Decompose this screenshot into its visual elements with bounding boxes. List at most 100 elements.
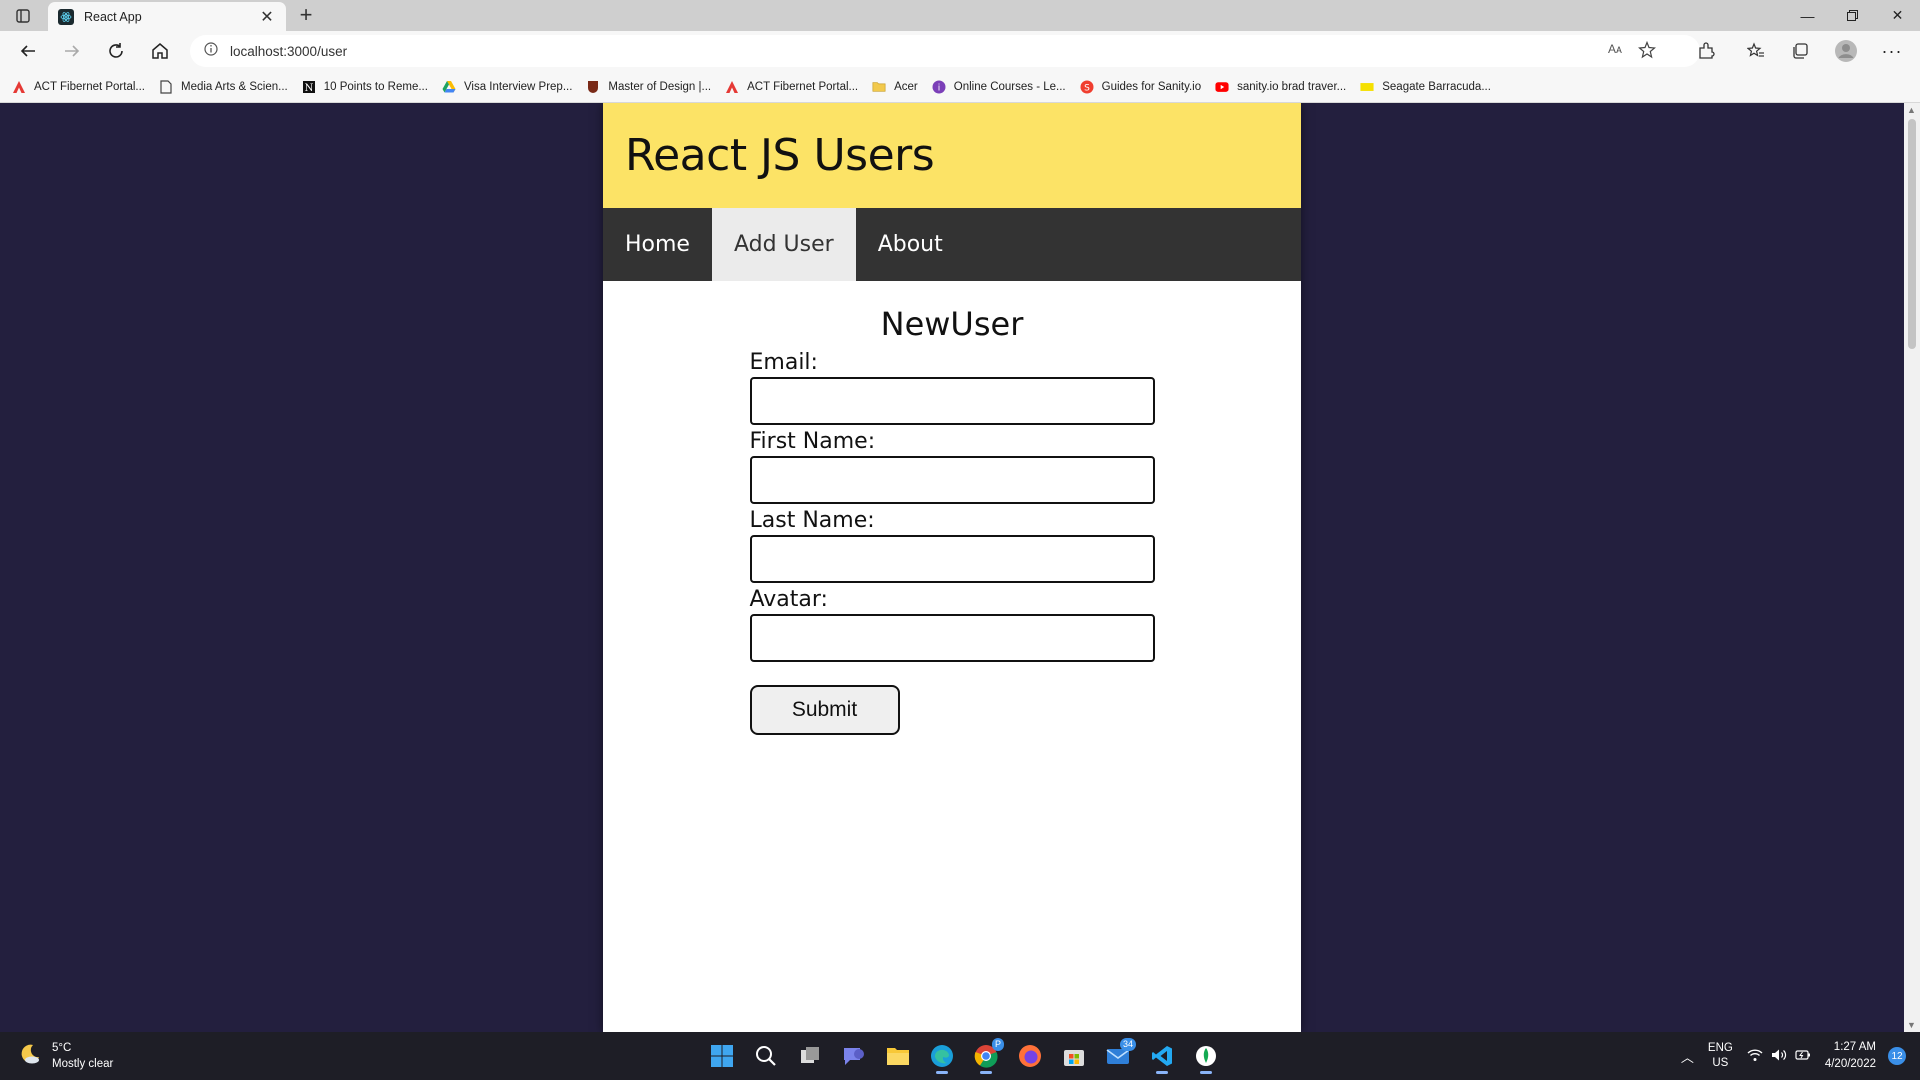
app-header: React JS Users (603, 103, 1301, 208)
bookmarks-bar: ACT Fibernet Portal... Media Arts & Scie… (0, 71, 1920, 103)
page-viewport: React JS Users Home Add User About NewUs… (0, 103, 1904, 1032)
moon-icon (18, 1042, 42, 1071)
firefox-icon[interactable] (1012, 1038, 1048, 1074)
email-field[interactable] (749, 377, 1155, 425)
vscode-icon[interactable] (1144, 1038, 1180, 1074)
profile-avatar-icon[interactable] (1830, 37, 1862, 65)
app-nav: Home Add User About (603, 208, 1301, 281)
weather-temp: 5°C (52, 1042, 72, 1054)
scrollbar-thumb[interactable] (1908, 119, 1916, 349)
taskbar: 5°C Mostly clear P 34 ︿ ENG US 1:27 AM 4… (0, 1032, 1920, 1080)
favorites-icon[interactable] (1740, 37, 1772, 65)
bookmark-item[interactable]: S Guides for Sanity.io (1080, 80, 1201, 94)
mail-badge: 34 (1119, 1038, 1136, 1051)
bookmark-item[interactable]: ACT Fibernet Portal... (12, 80, 145, 94)
seagate-icon (1360, 80, 1374, 94)
browser-tab[interactable]: React App ✕ (48, 2, 286, 31)
bookmark-item[interactable]: ACT Fibernet Portal... (725, 80, 858, 94)
avatar-field[interactable] (749, 614, 1155, 662)
tab-close-icon[interactable]: ✕ (258, 7, 276, 27)
refresh-icon[interactable] (100, 37, 132, 65)
first-name-label: First Name: (749, 429, 876, 454)
tab-title: React App (84, 9, 142, 24)
nav-home[interactable]: Home (603, 208, 712, 281)
avatar-label: Avatar: (749, 587, 828, 612)
language-indicator[interactable]: ENG US (1708, 1041, 1733, 1071)
volume-icon[interactable] (1771, 1048, 1787, 1065)
bookmark-item[interactable]: i Online Courses - Le... (932, 80, 1066, 94)
folder-icon (872, 80, 886, 94)
collections-icon[interactable] (1784, 37, 1816, 65)
bookmark-item[interactable]: Seagate Barracuda... (1360, 80, 1491, 94)
extensions-icon[interactable] (1690, 37, 1722, 65)
new-user-form: NewUser Email: First Name: Last Name: Av… (749, 305, 1155, 735)
weather-desc: Mostly clear (52, 1058, 114, 1070)
svg-text:S: S (1084, 83, 1090, 93)
more-menu-icon[interactable]: ··· (1876, 37, 1908, 65)
read-aloud-icon[interactable]: Aᴀ (1608, 42, 1622, 56)
weather-widget[interactable]: 5°C Mostly clear (18, 1040, 113, 1072)
store-icon[interactable] (1056, 1038, 1092, 1074)
address-bar[interactable]: localhost:3000/user Aᴀ (190, 35, 1700, 67)
show-hidden-icons-icon[interactable]: ︿ (1681, 1047, 1694, 1066)
notifications-badge[interactable]: 12 (1888, 1047, 1906, 1065)
bookmark-item[interactable]: Acer (872, 80, 918, 94)
edge-icon[interactable] (924, 1038, 960, 1074)
nav-about[interactable]: About (856, 208, 965, 281)
wifi-icon[interactable] (1747, 1048, 1763, 1065)
start-icon[interactable] (704, 1038, 740, 1074)
svg-text:i: i (938, 83, 941, 93)
svg-text:N: N (304, 83, 313, 94)
page-scrollbar[interactable]: ▲ ▼ (1904, 103, 1920, 1032)
url-text: localhost:3000/user (230, 43, 348, 59)
home-icon[interactable] (144, 37, 176, 65)
file-explorer-icon[interactable] (880, 1038, 916, 1074)
bookmark-item[interactable]: N 10 Points to Reme... (302, 80, 428, 94)
new-tab-button[interactable]: + (294, 3, 318, 27)
last-name-field[interactable] (749, 535, 1155, 583)
scroll-down-icon[interactable]: ▼ (1907, 1020, 1916, 1030)
act-logo-icon (12, 80, 26, 94)
clock[interactable]: 1:27 AM 4/20/2022 (1825, 1039, 1876, 1073)
search-icon[interactable] (748, 1038, 784, 1074)
chrome-icon[interactable]: P (968, 1038, 1004, 1074)
add-favorite-icon[interactable] (1638, 40, 1656, 64)
chat-icon[interactable] (836, 1038, 872, 1074)
back-icon[interactable] (12, 37, 44, 65)
forward-icon[interactable] (56, 37, 88, 65)
bookmark-item[interactable]: Media Arts & Scien... (159, 79, 288, 94)
notion-icon: N (302, 80, 316, 94)
browser-toolbar: localhost:3000/user Aᴀ ··· (0, 31, 1920, 71)
task-view-icon[interactable] (792, 1038, 828, 1074)
crest-icon (586, 80, 600, 94)
first-name-field[interactable] (749, 456, 1155, 504)
react-favicon-icon (58, 8, 74, 25)
form-title: NewUser (880, 305, 1024, 343)
app-title: React JS Users (625, 130, 935, 181)
nav-add-user[interactable]: Add User (711, 208, 856, 281)
last-name-label: Last Name: (749, 508, 875, 533)
sanity-icon: S (1080, 80, 1094, 94)
bookmark-item[interactable]: Master of Design |... (586, 80, 711, 94)
page-icon (159, 79, 173, 94)
battery-icon[interactable] (1795, 1048, 1811, 1065)
chrome-profile-badge: P (991, 1038, 1004, 1051)
youtube-icon (1215, 80, 1229, 94)
submit-button[interactable]: Submit (749, 685, 900, 735)
minimize-icon[interactable]: — (1785, 0, 1830, 31)
scroll-up-icon[interactable]: ▲ (1907, 105, 1916, 115)
site-info-icon[interactable] (204, 41, 218, 61)
bookmark-item[interactable]: sanity.io brad traver... (1215, 80, 1346, 94)
window-close-icon[interactable]: ✕ (1875, 0, 1920, 31)
restore-icon[interactable] (1830, 0, 1875, 31)
mail-icon[interactable]: 34 (1100, 1038, 1136, 1074)
act-logo-icon (725, 80, 739, 94)
mongodb-icon[interactable] (1188, 1038, 1224, 1074)
courses-icon: i (932, 80, 946, 94)
email-label: Email: (749, 350, 818, 375)
browser-tabstrip: React App ✕ + — ✕ (0, 0, 1920, 31)
app-container: React JS Users Home Add User About NewUs… (603, 103, 1301, 1032)
bookmark-item[interactable]: Visa Interview Prep... (442, 80, 572, 94)
drive-icon (442, 80, 456, 94)
tab-actions-icon[interactable] (12, 6, 34, 26)
